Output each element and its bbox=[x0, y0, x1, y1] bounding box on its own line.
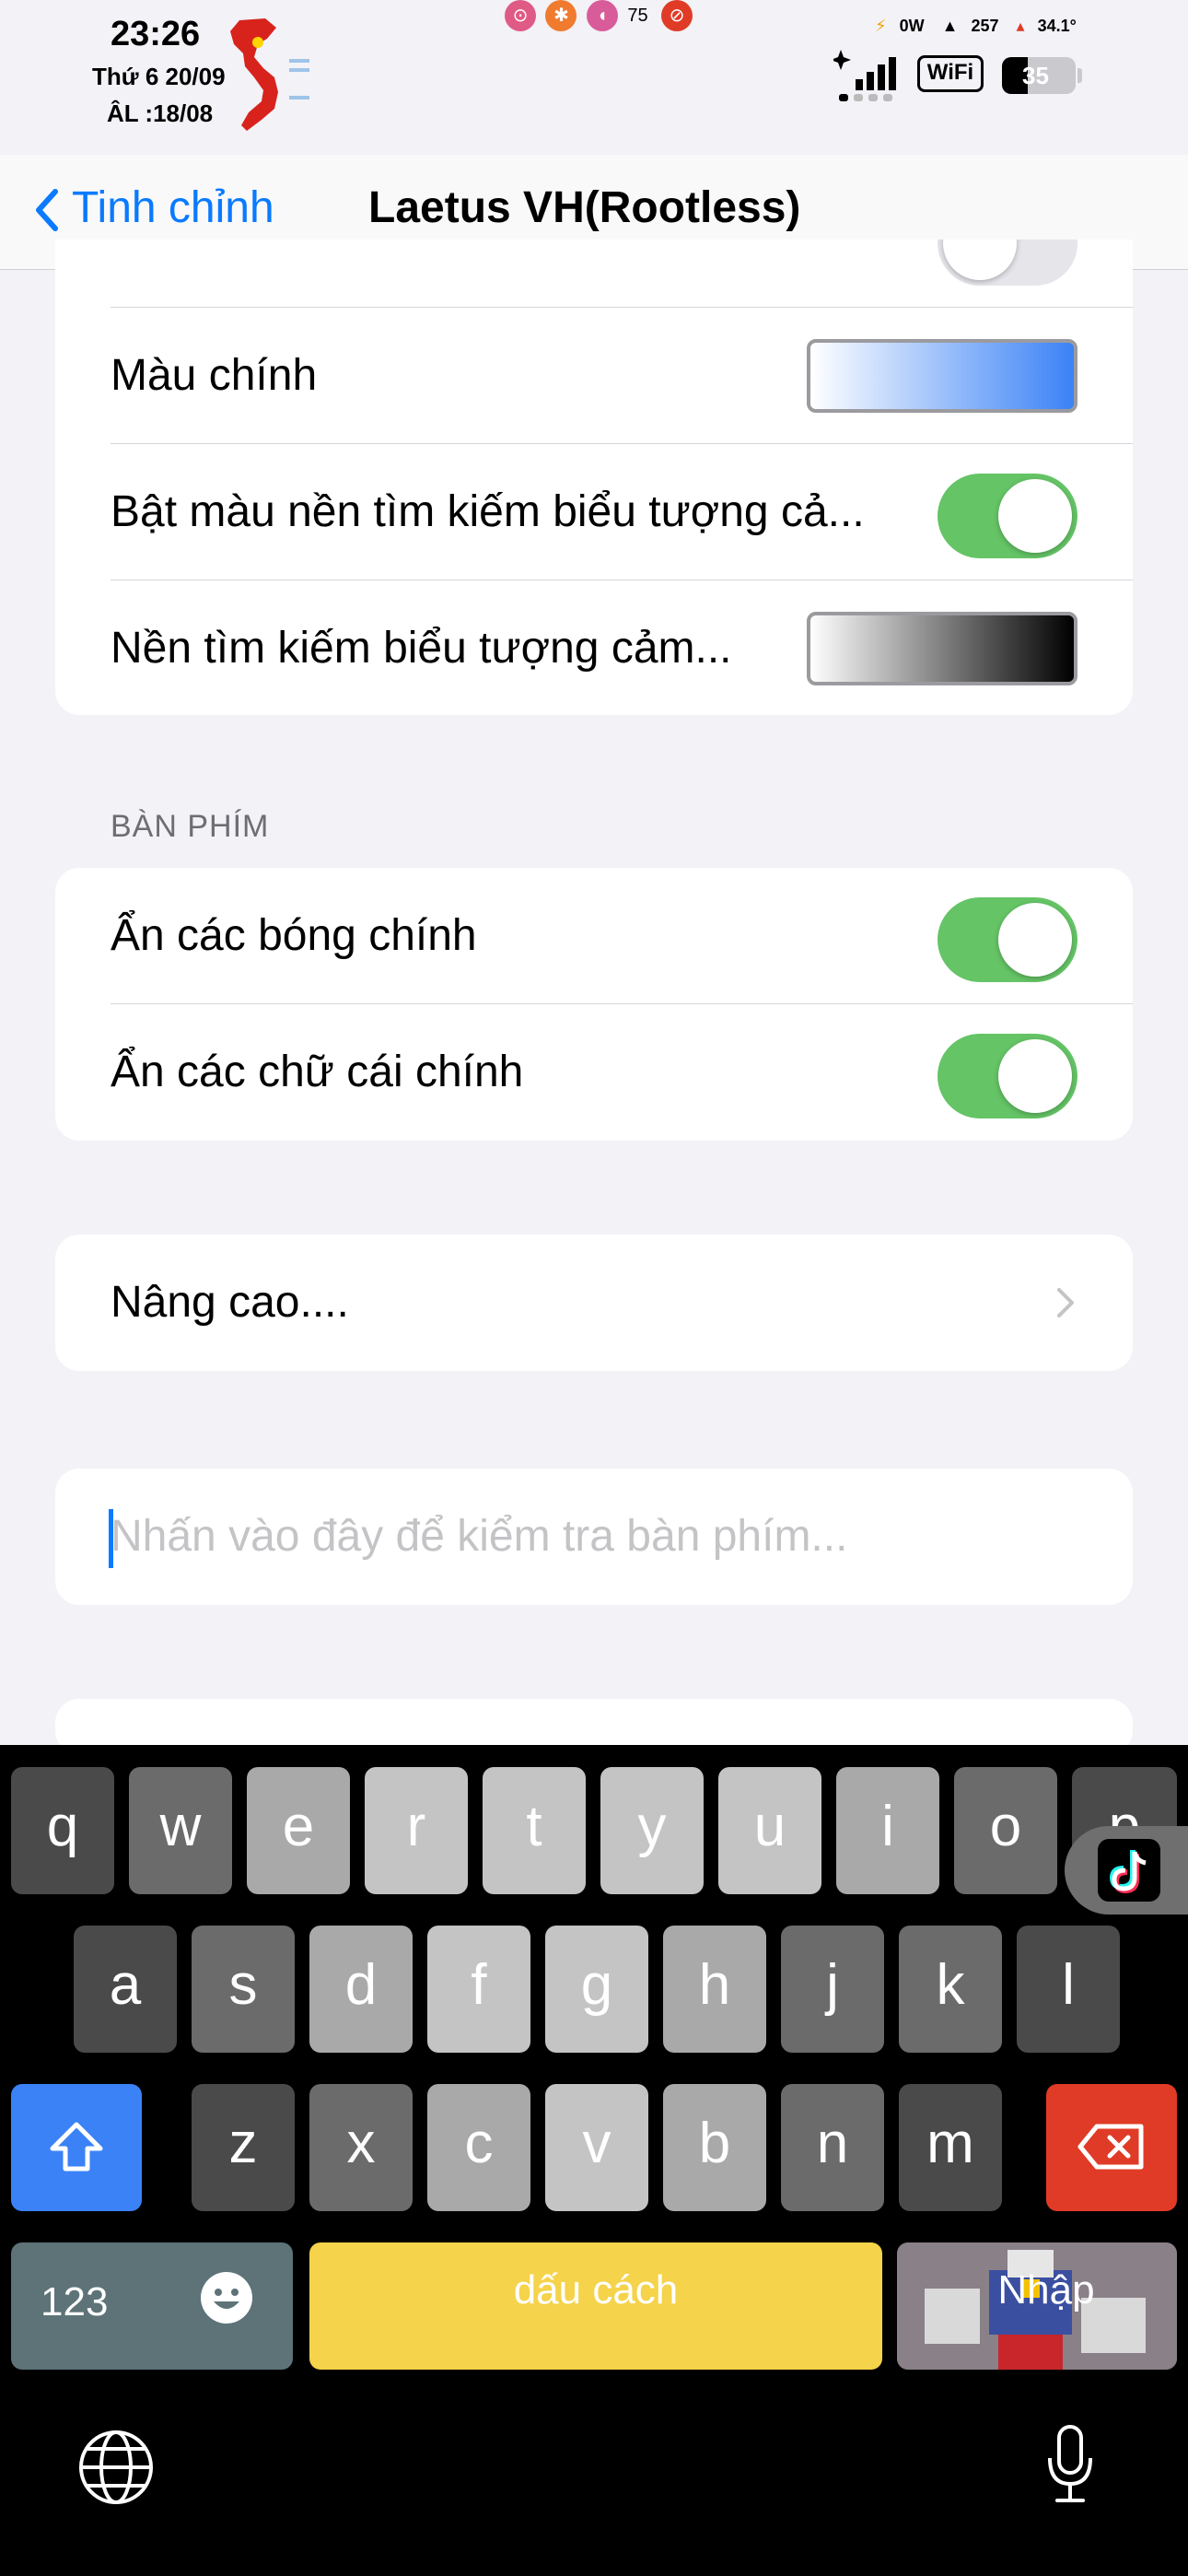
key-b[interactable]: b bbox=[663, 2084, 766, 2211]
chevron-right-icon bbox=[1057, 1288, 1074, 1317]
advanced-group: Nâng cao.... bbox=[55, 1235, 1133, 1371]
on-screen-keyboard: q w e r t y u i o p a s d f g h j k l z … bbox=[0, 1745, 1188, 2576]
emoji-search-bg-toggle[interactable] bbox=[938, 474, 1077, 558]
emoji-search-bg-color-row[interactable]: Nền tìm kiếm biểu tượng cảm... bbox=[55, 580, 1133, 715]
charging-icon: ⚡ bbox=[875, 17, 887, 35]
key-e[interactable]: e bbox=[247, 1767, 350, 1894]
screen-lock-icon: ⊙ bbox=[505, 0, 536, 31]
power-readout: 0W bbox=[899, 17, 925, 35]
key-o[interactable]: o bbox=[954, 1767, 1057, 1894]
volume-level: 75 bbox=[627, 5, 648, 26]
system-info: ⚡ 0W ▲ 257 ▴ 34.1° bbox=[875, 17, 1089, 36]
appearance-group: Màu chính Bật màu nền tìm kiếm biểu tượn… bbox=[55, 240, 1133, 715]
key-q[interactable]: q bbox=[11, 1767, 114, 1894]
delete-icon bbox=[1077, 2124, 1144, 2170]
chevron-left-icon bbox=[36, 189, 58, 232]
wifi-badge: WiFi bbox=[917, 55, 984, 92]
key-u[interactable]: u bbox=[718, 1767, 821, 1894]
emoji-search-bg-swatch[interactable] bbox=[807, 612, 1077, 685]
key-i[interactable]: i bbox=[836, 1767, 939, 1894]
tiktok-logo-icon bbox=[1098, 1839, 1160, 1902]
tiktok-floating-button[interactable] bbox=[1065, 1826, 1188, 1914]
status-time: 23:26 bbox=[111, 15, 201, 53]
key-k[interactable]: k bbox=[899, 1926, 1002, 2053]
key-m[interactable]: m bbox=[899, 2084, 1002, 2211]
volume-icon: ◖ bbox=[586, 0, 618, 31]
delete-key[interactable] bbox=[1046, 2084, 1177, 2211]
hide-key-shadows-toggle[interactable] bbox=[938, 897, 1077, 982]
space-key[interactable]: dấu cách bbox=[309, 2242, 882, 2370]
key-v[interactable]: v bbox=[545, 2084, 648, 2211]
key-y[interactable]: y bbox=[600, 1767, 704, 1894]
row-label: Màu chính bbox=[111, 351, 318, 400]
key-d[interactable]: d bbox=[309, 1926, 413, 2053]
hide-key-letters-row: Ẩn các chữ cái chính bbox=[55, 1004, 1133, 1141]
data-readout: 257 bbox=[971, 17, 999, 35]
row-label: Ẩn các bóng chính bbox=[111, 911, 477, 960]
key-c[interactable]: c bbox=[427, 2084, 530, 2211]
hidden-toggle[interactable] bbox=[938, 240, 1077, 286]
globe-icon[interactable] bbox=[77, 2429, 155, 2506]
key-z[interactable]: z bbox=[192, 2084, 295, 2211]
toggle-knob bbox=[998, 903, 1072, 977]
row-label: Ẩn các chữ cái chính bbox=[111, 1048, 524, 1096]
status-bar: 23:26 Thứ 6 20/09 ÂL :18/08 ⊙ ✱ ◖ 75 ⊘ ⚡… bbox=[0, 0, 1188, 155]
key-x[interactable]: x bbox=[309, 2084, 413, 2211]
enter-label: Nhập bbox=[997, 2267, 1095, 2313]
key-w[interactable]: w bbox=[129, 1767, 232, 1894]
key-n[interactable]: n bbox=[781, 2084, 884, 2211]
status-lunar-date: ÂL :18/08 bbox=[107, 100, 214, 127]
hidden-row bbox=[55, 240, 1133, 308]
keyboard-settings-group: Ẩn các bóng chính Ẩn các chữ cái chính bbox=[55, 868, 1133, 1141]
row-label: Bật màu nền tìm kiếm biểu tượng cả... bbox=[111, 487, 865, 536]
key-f[interactable]: f bbox=[427, 1926, 530, 2053]
microphone-icon[interactable] bbox=[1044, 2423, 1096, 2506]
emoji-icon bbox=[201, 2272, 252, 2324]
keyboard-test-placeholder: Nhấn vào đây để kiểm tra bàn phím... bbox=[111, 1512, 848, 1561]
hide-key-letters-toggle[interactable] bbox=[938, 1034, 1077, 1118]
row-label: Nâng cao.... bbox=[111, 1278, 349, 1327]
status-date: Thứ 6 20/09 bbox=[92, 63, 226, 90]
numbers-label: 123 bbox=[41, 2279, 109, 2324]
page-title: Laetus VH(Rootless) bbox=[368, 183, 801, 232]
shift-key[interactable] bbox=[11, 2084, 142, 2211]
primary-color-swatch[interactable] bbox=[807, 339, 1077, 413]
temperature-icon: ▴ bbox=[1016, 17, 1025, 35]
key-t[interactable]: t bbox=[483, 1767, 586, 1894]
test-input-group: Nhấn vào đây để kiểm tra bàn phím... bbox=[55, 1469, 1133, 1605]
hide-key-shadows-row: Ẩn các bóng chính bbox=[55, 868, 1133, 1004]
section-header-keyboard: BÀN PHÍM bbox=[111, 809, 270, 844]
row-label: Nền tìm kiếm biểu tượng cảm... bbox=[111, 624, 732, 673]
key-g[interactable]: g bbox=[545, 1926, 648, 2053]
toggle-knob bbox=[998, 479, 1072, 553]
key-l[interactable]: l bbox=[1017, 1926, 1120, 2053]
numbers-key[interactable]: 123 bbox=[11, 2242, 293, 2370]
advanced-row[interactable]: Nâng cao.... bbox=[55, 1235, 1133, 1371]
temperature-readout: 34.1° bbox=[1037, 17, 1077, 35]
key-a[interactable]: a bbox=[74, 1926, 177, 2053]
toggle-knob bbox=[998, 1039, 1072, 1113]
emoji-search-bg-toggle-row: Bật màu nền tìm kiếm biểu tượng cả... bbox=[55, 444, 1133, 580]
bluetooth-icon: ✱ bbox=[545, 0, 577, 31]
cellular-signal-icon bbox=[833, 50, 896, 101]
key-r[interactable]: r bbox=[365, 1767, 468, 1894]
status-indicators: ⊙ ✱ ◖ 75 ⊘ bbox=[505, 0, 698, 31]
vietnam-map-icon bbox=[230, 18, 309, 131]
battery-level: 35 bbox=[1022, 62, 1049, 89]
key-j[interactable]: j bbox=[781, 1926, 884, 2053]
battery-icon: 35 bbox=[1002, 57, 1076, 94]
key-s[interactable]: s bbox=[192, 1926, 295, 2053]
rocket-icon: ▲ bbox=[941, 17, 959, 35]
back-label: Tinh chỉnh bbox=[72, 183, 274, 232]
primary-color-row[interactable]: Màu chính bbox=[55, 308, 1133, 444]
battery-tip bbox=[1077, 68, 1082, 83]
key-h[interactable]: h bbox=[663, 1926, 766, 2053]
mute-icon: ⊘ bbox=[661, 0, 693, 31]
shift-arrow-icon bbox=[50, 2122, 103, 2172]
back-button[interactable]: Tinh chỉnh bbox=[33, 181, 274, 236]
enter-key[interactable]: Nhập bbox=[897, 2242, 1177, 2370]
keyboard-test-field[interactable]: Nhấn vào đây để kiểm tra bàn phím... bbox=[55, 1469, 1133, 1605]
